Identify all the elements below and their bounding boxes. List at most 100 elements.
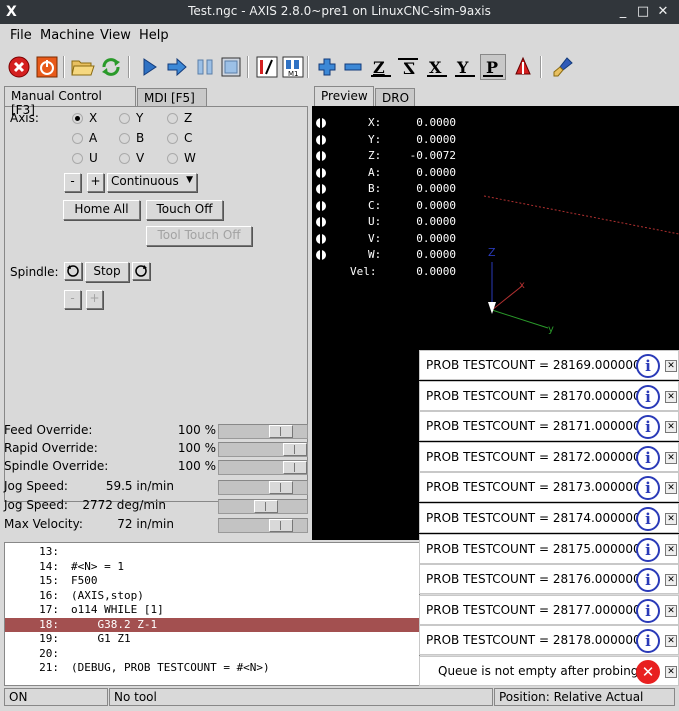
block-delete-button[interactable] xyxy=(254,54,280,80)
info-notification: PROB TESTCOUNT = 28174.000000 i ✕ xyxy=(419,503,679,533)
view-y-button[interactable]: Y xyxy=(452,54,478,80)
close-window-button[interactable]: ✕ xyxy=(654,3,672,21)
override-label: Spindle Override: xyxy=(4,459,109,473)
view-p-button[interactable]: P xyxy=(480,54,506,80)
max-velocity-slider[interactable] xyxy=(218,518,308,533)
gcode-line[interactable]: 14: #<N> = 1 xyxy=(5,559,419,574)
touch-off-button[interactable]: Touch Off xyxy=(146,200,223,220)
step-button[interactable] xyxy=(164,54,190,80)
clear-plot-button[interactable] xyxy=(550,54,576,80)
jog-speed-linear-slider[interactable] xyxy=(218,480,308,495)
gcode-line-number: 18: xyxy=(39,617,59,631)
dismiss-notification-button[interactable]: ✕ xyxy=(665,360,677,372)
tab-dro[interactable]: DRO xyxy=(375,88,415,106)
dismiss-notification-button[interactable]: ✕ xyxy=(665,574,677,587)
tab-mdi[interactable]: MDI [F5] xyxy=(137,88,207,106)
slider-thumb[interactable] xyxy=(283,443,307,456)
dismiss-notification-button[interactable]: ✕ xyxy=(665,421,677,434)
gcode-line-text: #<N> = 1 xyxy=(71,559,124,573)
dismiss-notification-button[interactable]: ✕ xyxy=(665,604,677,617)
gcode-line[interactable]: 16: (AXIS,stop) xyxy=(5,589,419,603)
spindle-cw-button[interactable] xyxy=(132,262,150,280)
gcode-line-number: 21: xyxy=(39,661,59,674)
rotate-icon xyxy=(515,56,531,75)
axis-radio-b[interactable] xyxy=(119,133,130,144)
spindle-plus-button[interactable]: + xyxy=(86,290,103,309)
gcode-listing[interactable]: 13: 14: #<N> = 1 15: F500 16: (AXIS,stop) 17: o1… xyxy=(4,542,420,686)
optional-stop-button[interactable]: M1 xyxy=(280,54,306,80)
axis-radio-x[interactable] xyxy=(72,113,83,124)
dismiss-notification-button[interactable]: ✕ xyxy=(665,482,677,495)
dismiss-notification-button[interactable]: ✕ xyxy=(665,390,677,403)
axis-radio-u[interactable] xyxy=(72,153,83,164)
zoom-in-button[interactable] xyxy=(314,54,340,80)
jog-plus-button[interactable]: + xyxy=(87,173,104,192)
slider-thumb[interactable] xyxy=(254,500,278,513)
axis-radio-a[interactable] xyxy=(72,133,83,144)
dismiss-notification-button[interactable]: ✕ xyxy=(665,451,677,464)
estop-button[interactable] xyxy=(6,54,32,80)
axis-radio-w[interactable] xyxy=(167,153,178,164)
axis-radio-c[interactable] xyxy=(167,133,178,144)
stop-button[interactable] xyxy=(218,54,244,80)
toolbar: M1 Z Z X Y P xyxy=(0,50,679,84)
svg-text:X: X xyxy=(429,58,442,77)
gcode-line-text: o114 WHILE [1] xyxy=(71,603,164,616)
jog-minus-button[interactable]: - xyxy=(64,173,81,192)
jog-speed-angular-slider[interactable] xyxy=(218,499,308,514)
menu-machine[interactable]: Machine xyxy=(40,28,94,43)
minimize-button[interactable]: _ xyxy=(614,3,632,21)
gcode-line[interactable]: 21: (DEBUG, PROB TESTCOUNT = #<N>) xyxy=(5,661,419,675)
machine-state: ON xyxy=(4,688,108,706)
gcode-line[interactable]: 13: xyxy=(5,545,419,559)
dismiss-notification-button[interactable]: ✕ xyxy=(665,513,677,525)
spindle-ccw-button[interactable] xyxy=(64,262,82,280)
gcode-line[interactable]: 15: F500 xyxy=(5,574,419,588)
info-notification: PROB TESTCOUNT = 28175.000000 i ✕ xyxy=(419,533,679,564)
run-button[interactable] xyxy=(136,54,162,80)
dismiss-notification-button[interactable]: ✕ xyxy=(665,666,677,678)
spindle-stop-button[interactable]: Stop xyxy=(85,262,129,282)
maximize-button[interactable]: □ xyxy=(634,3,652,21)
axis-radio-y[interactable] xyxy=(119,113,130,124)
x-axis-line xyxy=(491,285,523,311)
info-icon: i xyxy=(636,445,660,470)
dismiss-notification-button[interactable]: ✕ xyxy=(665,635,677,648)
tool-touch-off-button[interactable]: Tool Touch Off xyxy=(146,226,252,246)
slider-thumb[interactable] xyxy=(269,481,293,494)
slider-thumb[interactable] xyxy=(269,425,293,438)
menu-view[interactable]: View xyxy=(100,28,131,43)
rapid-override-slider[interactable] xyxy=(218,442,308,457)
dismiss-notification-button[interactable]: ✕ xyxy=(665,543,677,556)
power-button[interactable] xyxy=(34,54,60,80)
spindle-minus-button[interactable]: - xyxy=(64,290,81,309)
view-x-button[interactable]: X xyxy=(424,54,450,80)
jog-mode-select[interactable]: Continuous ▼ xyxy=(107,173,197,192)
zoom-out-button[interactable] xyxy=(340,54,366,80)
axis-w-label: W xyxy=(184,151,196,165)
axis-radio-v[interactable] xyxy=(119,153,130,164)
toolbar-separator xyxy=(63,56,65,78)
home-all-button[interactable]: Home All xyxy=(63,200,140,220)
feed-override-slider[interactable] xyxy=(218,424,308,439)
gcode-line[interactable]: 19: G1 Z1 xyxy=(5,632,419,646)
gcode-line[interactable]: 20: xyxy=(5,647,419,661)
tab-manual-control[interactable]: Manual Control [F3] xyxy=(4,86,136,117)
view-z-button[interactable]: Z xyxy=(368,54,394,80)
slider-thumb[interactable] xyxy=(269,519,293,532)
menu-bar: File Machine View Help xyxy=(0,24,679,48)
gcode-line-current[interactable]: 18: G38.2 Z-1 xyxy=(5,617,419,632)
slider-thumb[interactable] xyxy=(283,461,307,474)
toolbar-separator xyxy=(247,56,249,78)
rotate-view-button[interactable] xyxy=(510,54,536,80)
open-file-button[interactable] xyxy=(70,54,96,80)
menu-file[interactable]: File xyxy=(10,28,32,43)
view-z2-button[interactable]: Z xyxy=(395,54,421,80)
menu-help[interactable]: Help xyxy=(139,28,169,43)
tab-preview[interactable]: Preview xyxy=(314,86,374,106)
gcode-line[interactable]: 17: o114 WHILE [1] xyxy=(5,603,419,617)
axis-radio-z[interactable] xyxy=(167,113,178,124)
reload-button[interactable] xyxy=(98,54,124,80)
pause-button[interactable] xyxy=(192,54,218,80)
spindle-override-slider[interactable] xyxy=(218,460,308,475)
